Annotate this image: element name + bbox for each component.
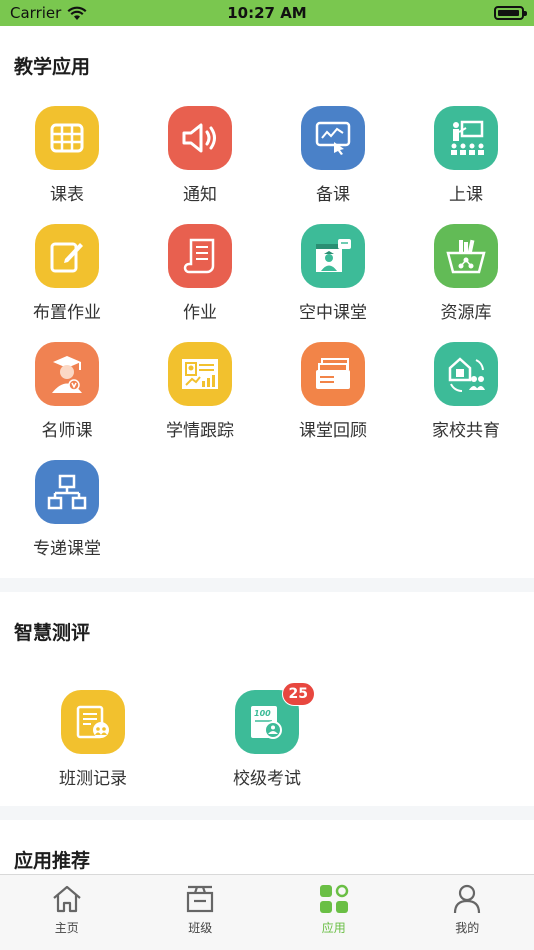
status-bar: Carrier 10:27 AM [0, 0, 534, 26]
app-label: 课堂回顾 [299, 421, 367, 441]
app-resources[interactable]: 资源库 [401, 224, 531, 323]
app-label: 名师课 [41, 421, 93, 441]
app-dedicated-classroom[interactable]: 专递课堂 [2, 460, 132, 559]
tab-me[interactable]: 我的 [401, 875, 534, 950]
app-class-test-records[interactable]: 班测记录 [28, 690, 158, 789]
app-school-exam[interactable]: 100 25 校级考试 [202, 682, 332, 789]
app-assign-homework[interactable]: 布置作业 [2, 224, 132, 323]
app-label: 上课 [449, 185, 483, 205]
section-title-assessment: 智慧测评 [14, 622, 91, 644]
tab-home[interactable]: 主页 [0, 875, 134, 950]
apps-grid-icon [319, 884, 348, 913]
basket-icon [434, 224, 498, 288]
notification-badge: 25 [281, 682, 315, 706]
speaker-icon [168, 106, 232, 170]
app-notice[interactable]: 通知 [135, 106, 265, 205]
tab-label: 班级 [188, 921, 213, 935]
wifi-icon [67, 6, 87, 20]
app-schedule[interactable]: 课表 [2, 106, 132, 205]
schedule-icon [35, 106, 99, 170]
carrier-label: Carrier [10, 4, 62, 22]
app-label: 专递课堂 [33, 539, 101, 559]
app-label: 校级考试 [233, 769, 301, 789]
app-label: 通知 [183, 185, 217, 205]
app-homework[interactable]: 作业 [135, 224, 265, 323]
tab-label: 我的 [455, 921, 480, 935]
app-home-school[interactable]: 家校共育 [401, 342, 531, 441]
graduate-icon [35, 342, 99, 406]
class-icon [187, 885, 214, 913]
online-class-icon [301, 224, 365, 288]
app-label: 备课 [316, 185, 350, 205]
app-label: 布置作业 [33, 303, 101, 323]
svg-text:100: 100 [254, 709, 271, 718]
section-title-teaching: 教学应用 [14, 56, 91, 78]
app-air-classroom[interactable]: 空中课堂 [268, 224, 398, 323]
learning-report-icon [168, 342, 232, 406]
app-class[interactable]: 上课 [401, 106, 531, 205]
app-label: 课表 [50, 185, 84, 205]
network-icon [35, 460, 99, 524]
tab-label: 主页 [54, 921, 79, 935]
app-famous-teacher[interactable]: 名师课 [2, 342, 132, 441]
tab-bar: 主页 班级 应用 我的 [0, 874, 534, 950]
app-label: 班测记录 [59, 769, 127, 789]
assessment-section: 智慧测评 班测记录 100 25 校级考试 [0, 592, 534, 806]
battery-icon [494, 6, 527, 20]
exam-paper-icon: 100 25 [235, 682, 315, 754]
home-icon [53, 885, 81, 913]
app-label: 作业 [183, 303, 217, 323]
test-record-icon [61, 690, 125, 754]
user-icon [454, 884, 481, 914]
app-class-review[interactable]: 课堂回顾 [268, 342, 398, 441]
app-learning-track[interactable]: 学情跟踪 [135, 342, 265, 441]
teaching-section: 教学应用 课表 通知 备课 上课 布置作业 作业 空中课堂 资源库 名师课 学情… [0, 26, 534, 578]
home-school-icon [434, 342, 498, 406]
tab-label: 应用 [321, 921, 346, 935]
tab-class[interactable]: 班级 [134, 875, 268, 950]
section-title-recommend: 应用推荐 [14, 850, 91, 872]
edit-note-icon [35, 224, 99, 288]
app-label: 空中课堂 [299, 303, 367, 323]
recommend-section: 应用推荐 [0, 820, 534, 874]
folder-review-icon [301, 342, 365, 406]
lesson-prep-icon [301, 106, 365, 170]
app-label: 家校共育 [432, 421, 500, 441]
scroll-icon [168, 224, 232, 288]
teacher-board-icon [434, 106, 498, 170]
app-lesson-prep[interactable]: 备课 [268, 106, 398, 205]
tab-apps[interactable]: 应用 [267, 875, 401, 950]
app-label: 资源库 [440, 303, 492, 323]
app-label: 学情跟踪 [166, 421, 234, 441]
